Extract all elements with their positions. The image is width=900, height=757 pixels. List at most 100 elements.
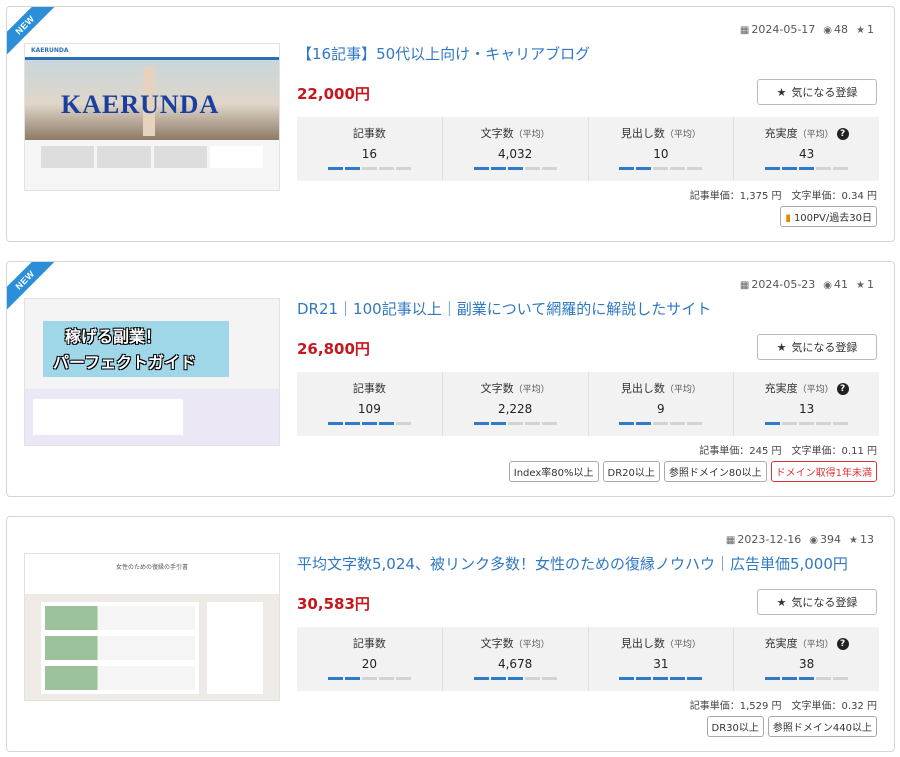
level-segment [327,677,343,680]
stat-headings-value: 9 [657,402,665,416]
listing-title[interactable]: 【16記事】50代以上向け・キャリアブログ [297,43,590,64]
question-circle-icon[interactable]: ? [836,383,849,395]
listing-card[interactable]: NEW 稼げる副業！ パーフェクトガイド ▦ 2024-05-23 ◉ 41 ★ 1 … [6,261,895,497]
level-segment [541,167,557,170]
level-segment [670,422,686,425]
tag[interactable]: 参照ドメイン440以上 [767,716,877,737]
stat-headings-level [589,422,734,425]
thumbnail-hero: KAERUNDA [25,60,279,140]
listing-date: 2024-05-17 [751,23,816,36]
level-segment [782,422,798,425]
level-segment [799,422,815,425]
stats-panel: 記事数 20 文字数（平均） 4,678 見出し数（平均） 31 充実度（平均）… [297,627,879,691]
level-segment [490,422,506,425]
level-segment [636,677,652,680]
level-segment [670,167,686,170]
tag-list: ▮ 100PV/過去30日 [780,206,877,227]
level-segment [541,677,557,680]
level-segment [833,167,849,170]
calendar-icon: ▦ [739,25,750,36]
tag[interactable]: 参照ドメイン80以上 [663,461,767,482]
favorite-label: 気になる登録 [791,86,858,99]
eye-icon: ◉ [823,25,833,36]
stat-articles-level [297,422,442,425]
tag[interactable]: ▮ 100PV/過去30日 [780,206,877,227]
level-segment [687,167,703,170]
stat-completeness: 充実度（平均）? 13 [734,372,879,436]
star-count: 1 [867,278,874,291]
level-segment [490,677,506,680]
calendar-icon: ▦ [739,280,750,291]
stat-articles-value: 20 [361,657,378,671]
level-segment [344,167,360,170]
level-segment [395,422,411,425]
star-count: 13 [860,533,874,546]
stat-completeness-value: 13 [798,402,815,416]
level-segment [507,677,523,680]
stat-chars-value: 4,678 [497,657,533,671]
favorite-button[interactable]: ★ 気になる登録 [757,79,877,105]
question-circle-icon[interactable]: ? [836,128,849,140]
stat-headings: 見出し数（平均） 9 [589,372,735,436]
level-segment [619,167,635,170]
listing-title[interactable]: 平均文字数5,024、被リンク多数！女性のための復縁ノウハウ｜広告単価5,000… [297,553,848,574]
stat-completeness-level [734,167,879,170]
level-segment [524,422,540,425]
level-segment [816,677,832,680]
level-segment [378,167,394,170]
level-segment [541,422,557,425]
site-thumbnail[interactable]: KAERUNDA KAERUNDA [24,43,280,191]
unit-prices: 記事単価：1,375 円 文字単価：0.34 円 [689,191,877,202]
level-segment [670,677,686,680]
listing-card[interactable]: NEW KAERUNDA KAERUNDA ▦ 2024-05-17 ◉ 48 ★ 1… [6,6,895,242]
level-segment [361,677,377,680]
listing-card[interactable]: 女性のための復縁の手引書 ▦ 2023-12-16 ◉ 394 ★ 13 平均文字数5… [6,516,895,752]
level-segment [765,422,781,425]
level-segment [833,422,849,425]
thumbnail-hero: 稼げる副業！ パーフェクトガイド [25,299,279,389]
listing-price: 30,583円 [297,595,370,613]
tag[interactable]: DR30以上 [706,716,764,737]
level-segment [378,677,394,680]
view-count: 394 [820,533,842,546]
view-count: 41 [834,278,849,291]
level-segment [816,167,832,170]
star-icon: ★ [776,340,787,354]
tag[interactable]: DR20以上 [602,461,660,482]
stat-completeness: 充実度（平均）? 43 [734,117,879,181]
level-segment [344,422,360,425]
tag-warning[interactable]: ドメイン取得1年未満 [770,461,877,482]
question-circle-icon[interactable]: ? [836,638,849,650]
tag[interactable]: Index率80%以上 [508,461,599,482]
stat-headings-value: 10 [653,147,669,161]
level-segment [490,167,506,170]
level-segment [833,677,849,680]
stat-headings-value: 31 [653,657,669,671]
level-segment [782,167,798,170]
level-segment [361,167,377,170]
level-segment [653,677,669,680]
calendar-icon: ▦ [725,535,736,546]
level-segment [816,422,832,425]
star-icon: ★ [776,595,787,609]
bar-chart-icon: ▮ [785,213,791,224]
stat-chars: 文字数（平均） 2,228 [443,372,589,436]
level-segment [687,422,703,425]
stat-headings-level [589,167,734,170]
site-thumbnail[interactable]: 女性のための復縁の手引書 [24,553,280,701]
level-segment [524,167,540,170]
stat-articles: 記事数 16 [297,117,443,181]
listing-meta: ▦ 2024-05-23 ◉ 41 ★ 1 [740,278,874,291]
listing-title[interactable]: DR21｜100記事以上｜副業について網羅的に解説したサイト [297,298,711,319]
site-thumbnail[interactable]: 稼げる副業！ パーフェクトガイド [24,298,280,446]
listing-meta: ▦ 2023-12-16 ◉ 394 ★ 13 [726,533,874,546]
level-segment [687,677,703,680]
level-segment [619,677,635,680]
star-count: 1 [867,23,874,36]
star-icon: ★ [856,25,865,36]
favorite-button[interactable]: ★ 気になる登録 [757,334,877,360]
level-segment [378,422,394,425]
stats-panel: 記事数 109 文字数（平均） 2,228 見出し数（平均） 9 充実度（平均）… [297,372,879,436]
favorite-button[interactable]: ★ 気になる登録 [757,589,877,615]
stat-articles-level [297,677,442,680]
